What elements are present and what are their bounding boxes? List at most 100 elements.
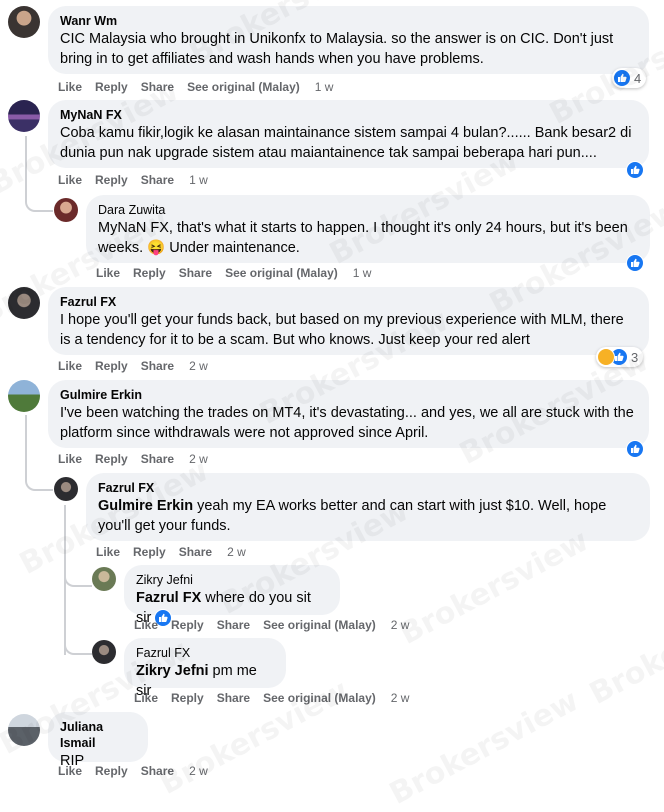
like-reaction-icon: [613, 69, 631, 87]
reply-button[interactable]: Reply: [133, 545, 166, 559]
share-button[interactable]: Share: [141, 80, 174, 94]
avatar[interactable]: [8, 287, 40, 319]
comment-bubble: Zikry Jefni Fazrul FX where do you sit s…: [124, 565, 340, 628]
avatar[interactable]: [92, 567, 116, 591]
like-reaction-icon: [626, 254, 644, 272]
reaction-summary[interactable]: 4: [612, 68, 647, 88]
comment-actions: Like Reply Share See original (Malay) 1 w: [96, 266, 384, 280]
comment-actions: Like Reply Share 1 w: [58, 173, 221, 187]
timestamp[interactable]: 2 w: [391, 618, 410, 632]
comment-text: CIC Malaysia who brought in Unikonfx to …: [60, 31, 614, 67]
avatar[interactable]: [8, 714, 40, 746]
commenter-name[interactable]: Fazrul FX: [136, 645, 274, 661]
see-original-button[interactable]: See original (Malay): [187, 80, 300, 94]
comment-text: I've been watching the trades on MT4, it…: [60, 405, 634, 441]
like-button[interactable]: Like: [58, 452, 82, 466]
avatar[interactable]: [8, 380, 40, 412]
mention-tag[interactable]: Zikry Jefni: [136, 663, 209, 679]
like-button[interactable]: Like: [58, 80, 82, 94]
mention-tag[interactable]: Fazrul FX: [136, 590, 201, 606]
commenter-name[interactable]: Fazrul FX: [60, 294, 637, 310]
share-button[interactable]: Share: [217, 691, 250, 705]
comment-bubble: MyNaN FX Coba kamu fikir,logik ke alasan…: [48, 100, 649, 168]
timestamp[interactable]: 2 w: [189, 359, 208, 373]
share-button[interactable]: Share: [141, 173, 174, 187]
like-button[interactable]: Like: [134, 691, 158, 705]
avatar[interactable]: [54, 477, 78, 501]
share-button[interactable]: Share: [179, 266, 212, 280]
commenter-name[interactable]: Juliana Ismail: [60, 719, 136, 751]
like-button[interactable]: Like: [58, 173, 82, 187]
comment-text: MyNaN FX, that's what it starts to happe…: [98, 220, 628, 256]
commenter-name[interactable]: Dara Zuwita: [98, 202, 638, 218]
comment-text: I hope you'll get your funds back, but b…: [60, 312, 624, 348]
reaction-count: 4: [634, 70, 642, 86]
like-button[interactable]: Like: [96, 545, 120, 559]
reply-button[interactable]: Reply: [95, 452, 128, 466]
commenter-name[interactable]: Wanr Wm: [60, 13, 637, 29]
comment-actions: Like Reply Share 2 w: [58, 359, 221, 373]
like-reaction-icon: [626, 440, 644, 458]
avatar[interactable]: [8, 100, 40, 132]
like-button[interactable]: Like: [134, 618, 158, 632]
comment-actions: Like Reply Share 2 w: [58, 764, 221, 778]
see-original-button[interactable]: See original (Malay): [225, 266, 338, 280]
timestamp[interactable]: 1 w: [315, 80, 334, 94]
see-original-button[interactable]: See original (Malay): [263, 691, 376, 705]
comment-bubble: Wanr Wm CIC Malaysia who brought in Unik…: [48, 6, 649, 74]
comment-text: Coba kamu fikir,logik ke alasan maintain…: [60, 125, 632, 161]
comment-actions: Like Reply Share See original (Malay) 1 w: [58, 80, 346, 94]
share-button[interactable]: Share: [141, 359, 174, 373]
reaction-summary[interactable]: [626, 160, 644, 180]
like-reaction-icon: [626, 161, 644, 179]
reply-button[interactable]: Reply: [133, 266, 166, 280]
comment-bubble: Fazrul FX Gulmire Erkin yeah my EA works…: [86, 473, 650, 541]
comment-bubble: Fazrul FX I hope you'll get your funds b…: [48, 287, 649, 355]
reply-button[interactable]: Reply: [95, 359, 128, 373]
share-button[interactable]: Share: [179, 545, 212, 559]
reply-button[interactable]: Reply: [95, 764, 128, 778]
avatar[interactable]: [8, 6, 40, 38]
watermark: Brokersview: [394, 523, 594, 652]
commenter-name[interactable]: Fazrul FX: [98, 480, 638, 496]
watermark: Brokersview: [584, 583, 664, 712]
timestamp[interactable]: 1 w: [189, 173, 208, 187]
reply-button[interactable]: Reply: [171, 691, 204, 705]
reply-button[interactable]: Reply: [95, 173, 128, 187]
commenter-name[interactable]: Gulmire Erkin: [60, 387, 637, 403]
see-original-button[interactable]: See original (Malay): [263, 618, 376, 632]
comment-bubble: Gulmire Erkin I've been watching the tra…: [48, 380, 649, 448]
share-button[interactable]: Share: [141, 764, 174, 778]
reaction-summary[interactable]: [626, 439, 644, 459]
like-button[interactable]: Like: [96, 266, 120, 280]
comment-bubble: Juliana Ismail RIP: [48, 712, 148, 769]
comment-bubble: Dara Zuwita MyNaN FX, that's what it sta…: [86, 195, 650, 263]
reaction-summary[interactable]: [626, 253, 644, 273]
comment-actions: Like Reply Share See original (Malay) 2 w: [134, 691, 422, 705]
thread-line: [64, 580, 92, 655]
share-button[interactable]: Share: [141, 452, 174, 466]
comment-bubble: Fazrul FX Zikry Jefni pm me sir: [124, 638, 286, 699]
timestamp[interactable]: 2 w: [189, 452, 208, 466]
timestamp[interactable]: 1 w: [353, 266, 372, 280]
share-button[interactable]: Share: [217, 618, 250, 632]
avatar[interactable]: [54, 198, 78, 222]
comment-actions: Like Reply Share 2 w: [96, 545, 259, 559]
comment-text: Gulmire Erkin yeah my EA works better an…: [98, 498, 607, 534]
comment-actions: Like Reply Share See original (Malay) 2 w: [134, 618, 422, 632]
timestamp[interactable]: 2 w: [391, 691, 410, 705]
reaction-count: 3: [631, 349, 639, 365]
reply-button[interactable]: Reply: [171, 618, 204, 632]
avatar[interactable]: [92, 640, 116, 664]
reaction-summary[interactable]: 3: [596, 347, 644, 367]
like-button[interactable]: Like: [58, 359, 82, 373]
like-button[interactable]: Like: [58, 764, 82, 778]
commenter-name[interactable]: MyNaN FX: [60, 107, 637, 123]
timestamp[interactable]: 2 w: [189, 764, 208, 778]
reply-button[interactable]: Reply: [95, 80, 128, 94]
sad-reaction-icon: [597, 348, 615, 366]
comment-actions: Like Reply Share 2 w: [58, 452, 221, 466]
timestamp[interactable]: 2 w: [227, 545, 246, 559]
commenter-name[interactable]: Zikry Jefni: [136, 572, 328, 588]
mention-tag[interactable]: Gulmire Erkin: [98, 498, 193, 514]
